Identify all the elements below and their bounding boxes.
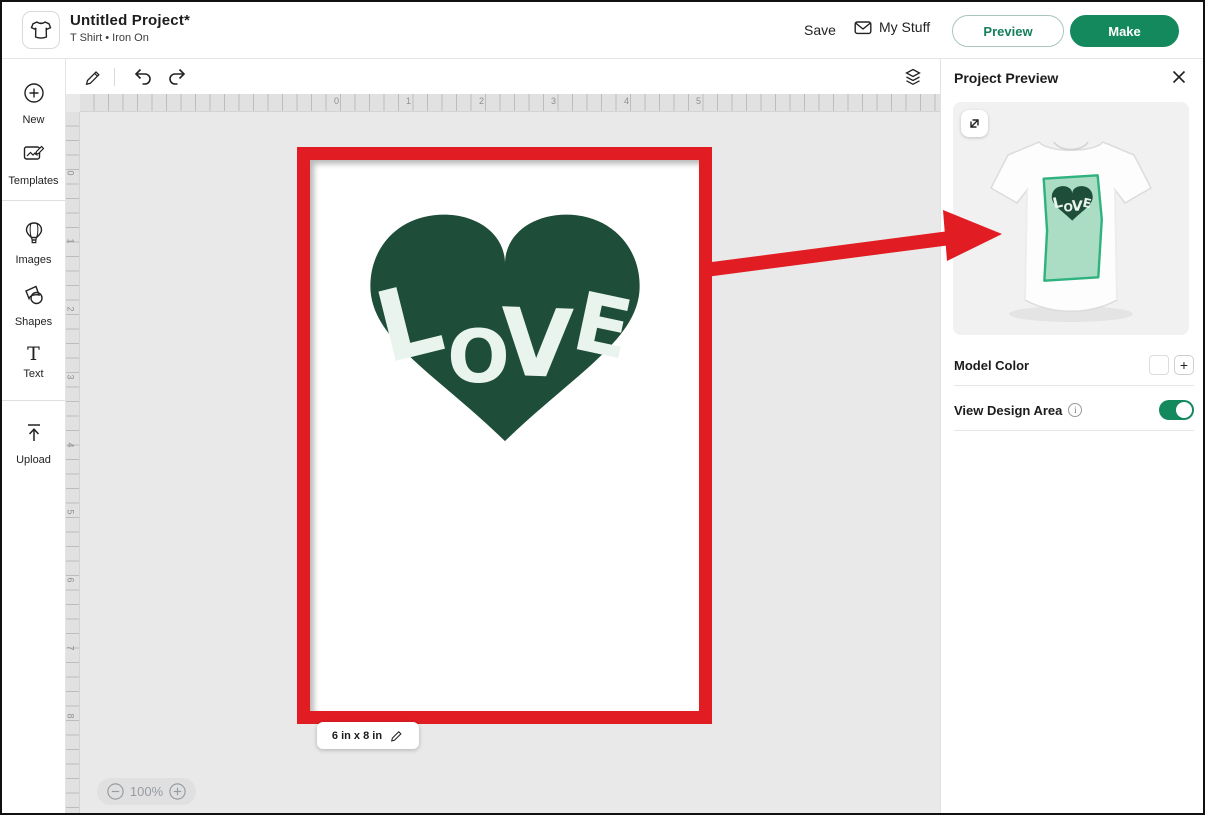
zoom-control: 100% [97,778,196,805]
sidebar-item-text[interactable]: T Text [2,345,65,380]
project-title-block: Untitled Project* T Shirt • Iron On [70,12,190,44]
balloon-icon [23,221,45,245]
new-plus-icon [22,81,46,105]
canvas-toolbar [66,59,940,94]
panel-title: Project Preview [954,70,1058,86]
sidebar-item-templates[interactable]: Templates [2,142,65,187]
view-design-area-row: View Design Area i [941,392,1205,428]
redo-icon [167,68,187,86]
hruler-label: 3 [551,96,556,106]
layers-icon [903,67,923,87]
envelope-icon [854,19,872,35]
sidebar-item-upload[interactable]: Upload [2,421,65,466]
hruler-label: 2 [479,96,484,106]
my-stuff-button[interactable]: My Stuff [854,19,930,35]
vruler-label: 3 [66,374,76,379]
toolbar-divider [114,68,115,86]
horizontal-ruler: 0 1 2 3 4 5 [80,94,940,112]
panel-divider [954,385,1194,386]
undo-button[interactable] [130,64,156,90]
my-stuff-label: My Stuff [879,19,930,35]
project-type-button[interactable] [22,11,60,49]
expand-preview-button[interactable] [961,110,988,137]
add-model-color-button[interactable]: + [1174,355,1194,375]
hruler-label: 5 [696,96,701,106]
sidebar-divider [2,400,65,401]
view-design-area-toggle[interactable] [1159,400,1194,420]
zoom-out-button[interactable] [107,783,124,800]
toggle-knob [1176,402,1192,418]
close-icon [1171,69,1187,85]
sidebar-item-new[interactable]: New [2,81,65,126]
artboard-size-chip[interactable]: 6 in x 8 in [317,722,419,749]
vruler-label: 0 [66,170,76,175]
sidebar-label-templates: Templates [2,175,65,187]
love-heart-design[interactable]: L O V E [352,200,658,711]
design-area-overlay [1042,175,1104,281]
edit-pencil-button[interactable] [80,64,106,90]
make-button[interactable]: Make [1070,15,1179,47]
view-design-area-label: View Design Area [954,403,1062,418]
upload-icon [23,421,45,445]
panel-divider [954,430,1194,431]
model-color-row: Model Color + [941,347,1205,383]
artboard-size-label: 6 in x 8 in [332,730,382,742]
sidebar-label-shapes: Shapes [2,316,65,328]
sidebar-label-upload: Upload [2,454,65,466]
save-button[interactable]: Save [804,22,836,38]
hruler-label: 1 [406,96,411,106]
sidebar-label-new: New [2,114,65,126]
expand-icon [967,116,982,131]
vruler-label: 8 [66,713,76,718]
info-icon[interactable]: i [1068,403,1082,417]
templates-icon [22,142,46,166]
zoom-level: 100% [130,784,163,799]
redo-button[interactable] [164,64,190,90]
app-window: Untitled Project* T Shirt • Iron On Save… [0,0,1205,815]
top-bar: Untitled Project* T Shirt • Iron On Save… [2,2,1203,59]
vruler-label: 5 [66,509,76,514]
shapes-icon [22,283,46,307]
vertical-ruler: 0 1 2 3 4 5 6 7 8 [66,112,80,815]
sidebar-label-text: Text [2,368,65,380]
model-color-label: Model Color [954,358,1029,373]
design-canvas[interactable]: 0 1 2 3 4 5 0 1 2 3 4 5 6 7 8 [66,59,940,815]
preview-button[interactable]: Preview [952,15,1064,47]
zoom-in-button[interactable] [169,783,186,800]
close-panel-button[interactable] [1171,69,1189,87]
layers-button[interactable] [900,64,926,90]
pencil-icon [83,67,103,87]
project-title: Untitled Project* [70,12,190,29]
tshirt-icon [30,19,52,41]
vruler-label: 1 [66,238,76,243]
vruler-label: 4 [66,442,76,447]
hruler-label: 4 [624,96,629,106]
hruler-label: 0 [334,96,339,106]
tshirt-mockup [953,102,1189,335]
annotation-red-rectangle: L O V E [297,147,712,724]
undo-icon [133,68,153,86]
vruler-label: 2 [66,306,76,311]
artboard-page[interactable]: L O V E [310,160,699,711]
tshirt-preview[interactable] [953,102,1189,335]
sidebar-item-shapes[interactable]: Shapes [2,283,65,328]
model-color-swatch[interactable] [1149,355,1169,375]
sidebar-item-images[interactable]: Images [2,221,65,266]
sidebar-divider [2,200,65,201]
vruler-label: 7 [66,645,76,650]
edit-size-pencil-icon [389,728,404,743]
sidebar-label-images: Images [2,254,65,266]
tool-sidebar: New Templates Images Sha [2,59,66,815]
project-preview-panel: Project Preview [940,59,1205,815]
text-tool-icon: T [2,345,65,364]
project-subtitle: T Shirt • Iron On [70,32,190,44]
vruler-label: 6 [66,577,76,582]
